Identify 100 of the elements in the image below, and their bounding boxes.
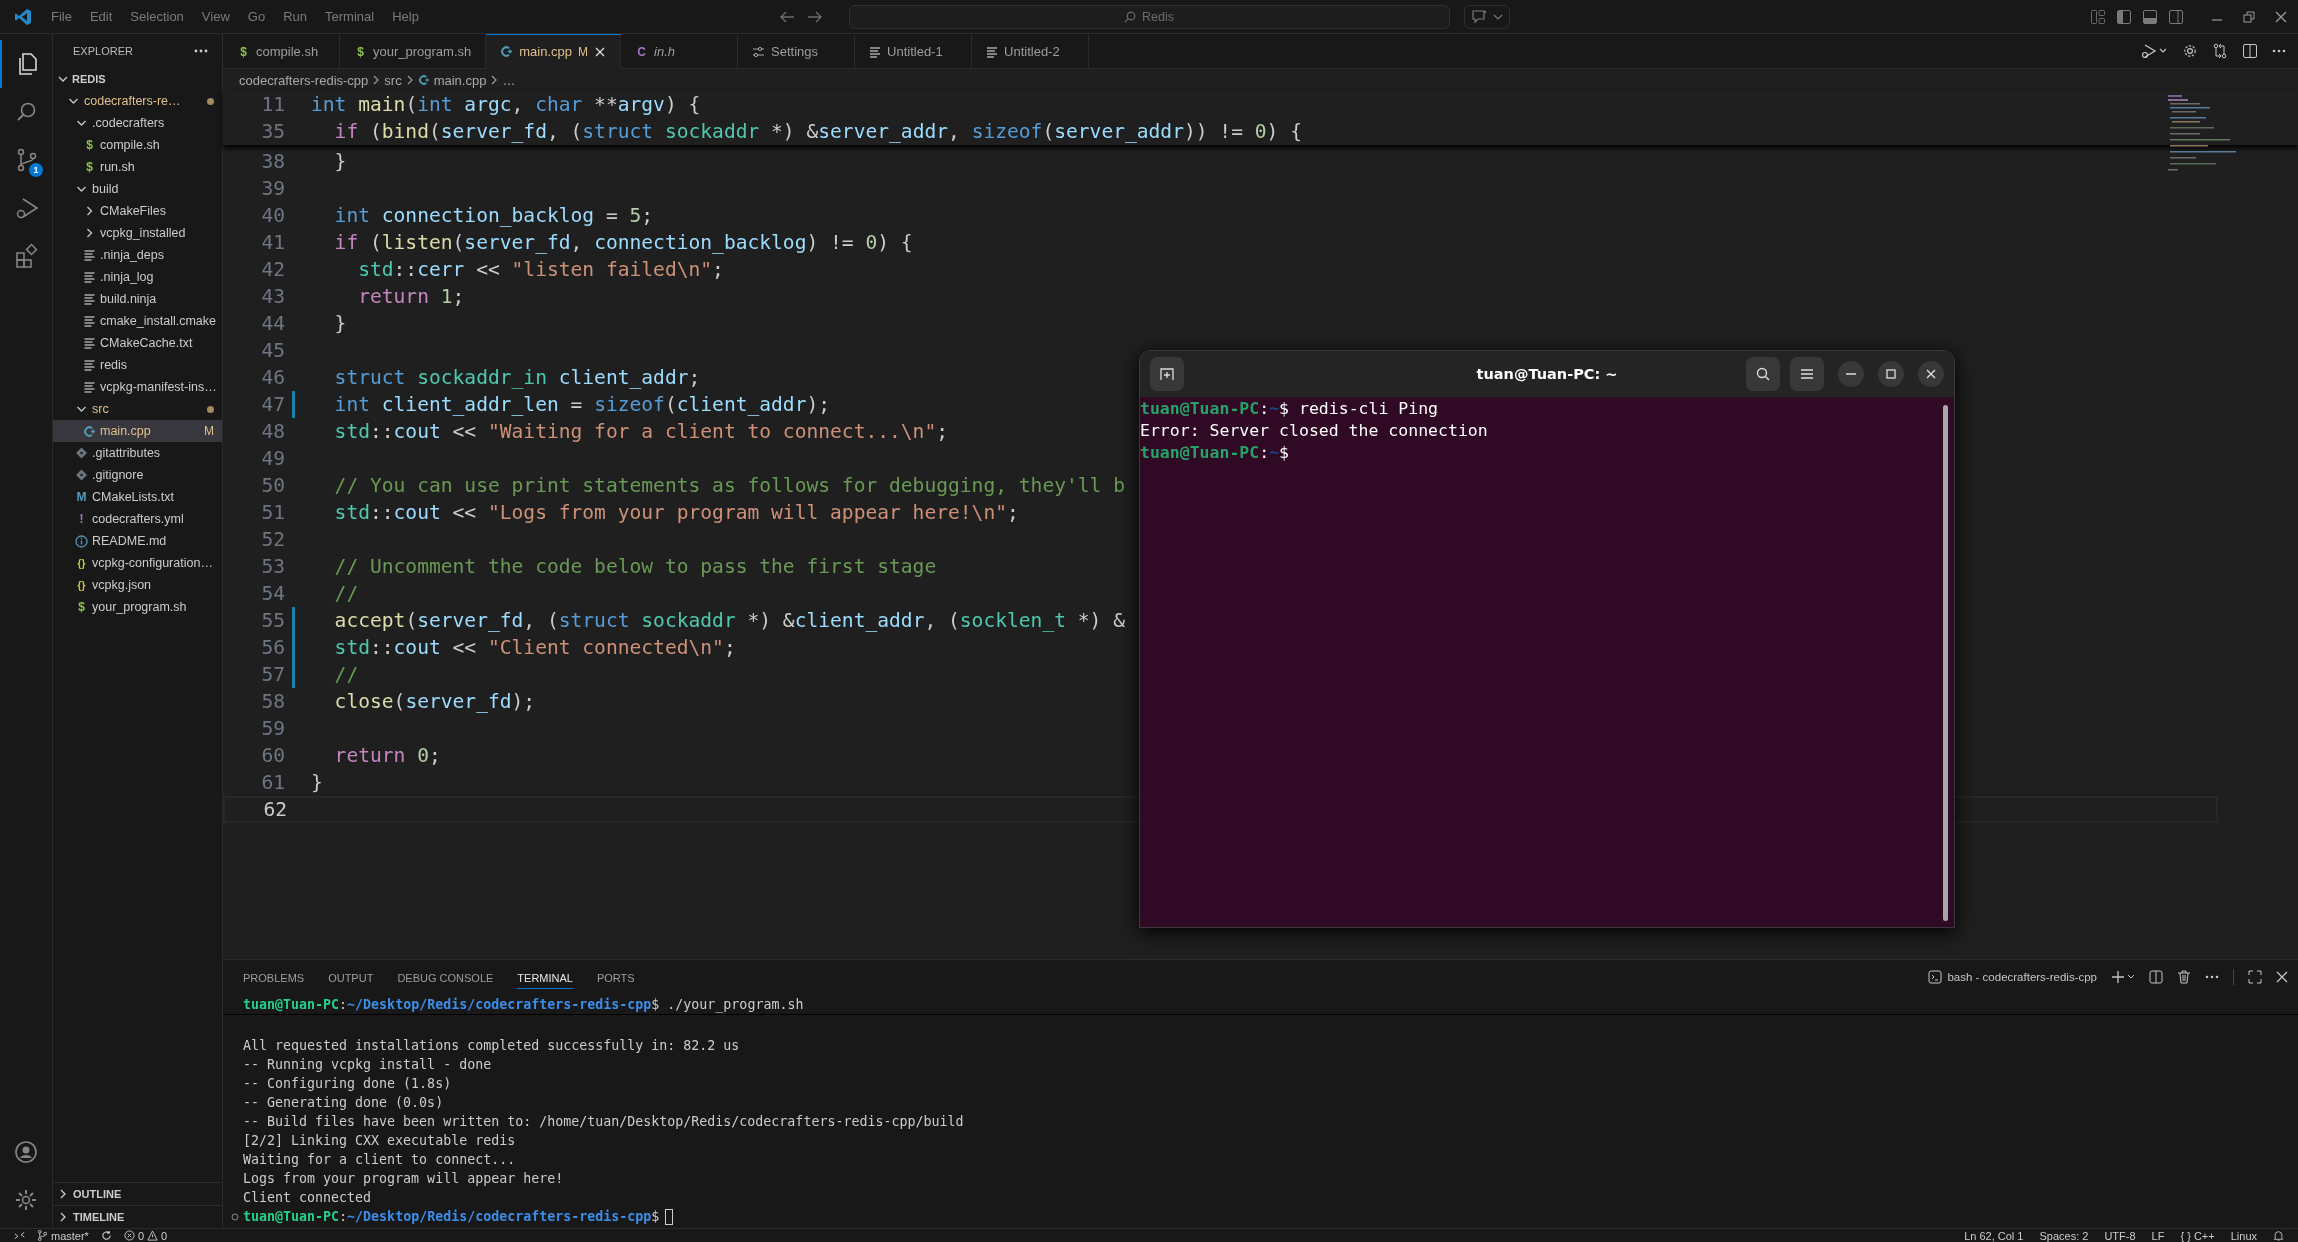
line-number: 59 (260, 717, 285, 740)
back-arrow-icon[interactable] (778, 9, 795, 24)
menu-button[interactable] (1790, 357, 1824, 391)
maximize-panel-icon[interactable] (2248, 970, 2262, 984)
gear-icon[interactable] (2182, 43, 2198, 59)
tree-item[interactable]: CMakeCache.txt (53, 332, 222, 354)
cursor-position[interactable]: Ln 62, Col 1 (1964, 1229, 2024, 1242)
settings-icon[interactable] (14, 1188, 38, 1212)
restore-icon[interactable] (2242, 9, 2256, 24)
layout-icon[interactable] (2090, 8, 2106, 25)
tree-item[interactable]: ! codecrafters.yml (53, 508, 222, 530)
close-icon[interactable] (2276, 971, 2288, 983)
sync-icon[interactable] (100, 1230, 112, 1241)
tree-item[interactable]: build.ninja (53, 288, 222, 310)
breadcrumb-item[interactable]: … (502, 72, 516, 88)
toggle-panel-icon[interactable] (2142, 8, 2158, 25)
menu-item[interactable]: View (192, 9, 239, 24)
tree-item[interactable]: .gitattributes (53, 442, 222, 464)
toggle-secondary-sidebar-icon[interactable] (2168, 8, 2184, 25)
close-icon[interactable] (2274, 9, 2288, 24)
new-tab-button[interactable] (1150, 357, 1184, 391)
editor-tab[interactable]: Untitled-2 (972, 34, 1090, 69)
editor-tab[interactable]: Untitled-1 (855, 34, 973, 69)
editor-tab[interactable]: C in.h (621, 34, 739, 69)
bell-icon[interactable] (2273, 1230, 2284, 1241)
more-icon[interactable] (2205, 975, 2219, 979)
branch-indicator[interactable]: master* (37, 1229, 89, 1242)
tree-item[interactable]: .ninja_log (53, 266, 222, 288)
lines-icon (986, 45, 999, 58)
language-indicator[interactable]: { } C++ (2180, 1229, 2215, 1242)
breadcrumb-item[interactable]: main.cpp (417, 72, 487, 88)
command-marker-icon[interactable] (231, 1213, 239, 1221)
panel-tab[interactable]: OUTPUT (328, 965, 374, 989)
remote-icon[interactable] (14, 1230, 25, 1241)
tree-item[interactable]: codecrafters-re… (53, 90, 222, 112)
line-ending-indicator[interactable]: LF (2151, 1229, 2165, 1242)
tree-item[interactable]: {} vcpkg.json (53, 574, 222, 596)
trash-icon[interactable] (2177, 970, 2191, 984)
terminal-selector[interactable]: bash - codecrafters-redis-cpp (1928, 970, 2097, 984)
scrollbar-thumb[interactable] (1943, 405, 1948, 921)
tree-item[interactable]: .gitignore (53, 464, 222, 486)
panel-tab[interactable]: PROBLEMS (243, 965, 305, 989)
editor-tab[interactable]: main.cpp M (486, 34, 622, 69)
indentation-indicator[interactable]: Spaces: 2 (2039, 1229, 2089, 1242)
menu-item[interactable]: Help (383, 9, 428, 24)
tree-item[interactable]: main.cpp M (53, 420, 222, 442)
section-header[interactable]: REDIS (53, 68, 222, 90)
file-name: main.cpp (100, 424, 151, 438)
maximize-button[interactable] (1878, 361, 1904, 387)
search-button[interactable] (1746, 357, 1780, 391)
account-icon[interactable] (14, 1140, 38, 1164)
forward-arrow-icon[interactable] (806, 9, 823, 24)
split-terminal-icon[interactable] (2149, 970, 2163, 984)
breadcrumb-item[interactable]: codecrafters-redis-cpp (239, 72, 369, 88)
more-icon[interactable] (194, 49, 208, 53)
tree-item[interactable]: README.md (53, 530, 222, 552)
tree-item[interactable]: $ your_program.sh (53, 596, 222, 618)
more-icon[interactable] (2272, 49, 2286, 53)
tree-item[interactable]: $ compile.sh (53, 134, 222, 156)
run-debug-icon[interactable] (2140, 43, 2168, 59)
problems-indicator[interactable]: 0 0 (123, 1229, 168, 1242)
menu-item[interactable]: Run (274, 9, 316, 24)
menu-item[interactable]: Edit (80, 9, 122, 24)
tree-item[interactable]: vcpkg_installed (53, 222, 222, 244)
menu-item[interactable]: Selection (121, 9, 193, 24)
tree-item[interactable]: redis (53, 354, 222, 376)
breadcrumb-item[interactable]: src (384, 72, 402, 88)
tree-item[interactable]: .ninja_deps (53, 244, 222, 266)
tree-item[interactable]: vcpkg-manifest-ins… (53, 376, 222, 398)
tree-item[interactable]: M CMakeLists.txt (53, 486, 222, 508)
toggle-sidebar-icon[interactable] (2116, 8, 2132, 25)
tree-item[interactable]: CMakeFiles (53, 200, 222, 222)
tree-item[interactable]: .codecrafters (53, 112, 222, 134)
compare-changes-icon[interactable] (2212, 43, 2228, 59)
file-type-glyph: $ (85, 138, 94, 152)
section-header[interactable]: OUTLINE (53, 1182, 222, 1205)
menu-item[interactable]: File (42, 9, 81, 24)
new-terminal-icon[interactable] (2111, 970, 2135, 984)
panel-tab[interactable]: DEBUG CONSOLE (397, 965, 494, 989)
tree-item[interactable]: src (53, 398, 222, 420)
split-editor-icon[interactable] (2242, 43, 2258, 59)
panel-tab[interactable]: TERMINAL (517, 965, 573, 989)
tree-item[interactable]: cmake_install.cmake (53, 310, 222, 332)
platform-indicator[interactable]: Linux (2230, 1229, 2257, 1242)
editor-tab[interactable]: Settings (738, 34, 856, 69)
file-name: .ninja_deps (100, 248, 164, 262)
close-button[interactable] (1918, 361, 1944, 387)
tree-item[interactable]: $ run.sh (53, 156, 222, 178)
minimize-button[interactable] (1838, 361, 1864, 387)
code-line: int connection_backlog = 5; (333, 204, 654, 227)
encoding-indicator[interactable]: UTF-8 (2104, 1229, 2136, 1242)
tree-item[interactable]: {} vcpkg-configuration… (53, 552, 222, 574)
panel-tab[interactable]: PORTS (596, 965, 635, 989)
editor-tab[interactable]: $ compile.sh (223, 34, 340, 69)
window-title: tuan@Tuan-PC: ~ (1476, 366, 1618, 382)
source-control-activity-button[interactable]: 1 (0, 136, 52, 184)
menu-item[interactable]: Go (238, 9, 275, 24)
close-icon[interactable] (594, 45, 607, 58)
tree-item[interactable]: build (53, 178, 222, 200)
menu-item[interactable]: Terminal (316, 9, 384, 24)
